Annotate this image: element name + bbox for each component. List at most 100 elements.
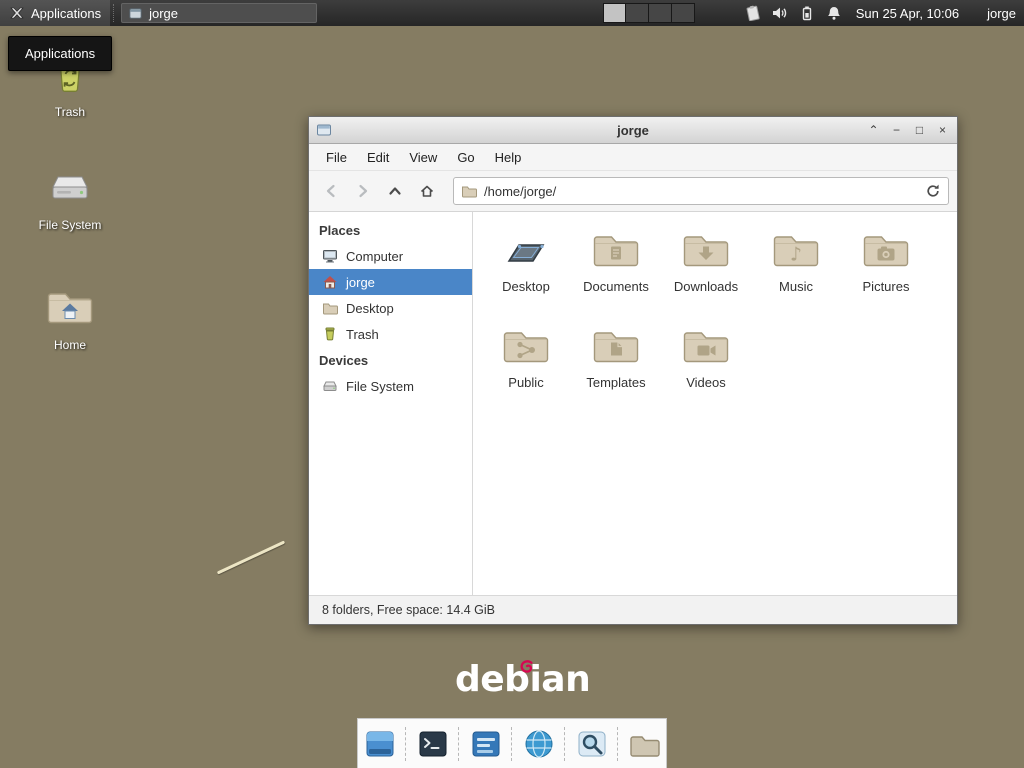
applications-menu-icon <box>9 5 25 21</box>
back-button[interactable] <box>317 177 345 205</box>
up-button[interactable] <box>381 177 409 205</box>
hard-drive-icon <box>46 163 94 211</box>
public-folder-icon <box>502 322 550 370</box>
forward-button[interactable] <box>349 177 377 205</box>
workspace-3[interactable] <box>649 4 672 22</box>
templates-folder-icon <box>592 322 640 370</box>
dock-app-finder-button[interactable] <box>570 723 613 765</box>
sidebar-item-label: Desktop <box>346 301 394 316</box>
shade-button[interactable]: ⌃ <box>866 122 881 138</box>
hard-drive-icon <box>322 378 338 394</box>
dock-terminal-button[interactable] <box>411 723 454 765</box>
clipboard-icon <box>744 5 762 21</box>
menu-edit[interactable]: Edit <box>357 146 399 169</box>
panel-user-label[interactable]: jorge <box>987 6 1016 21</box>
sidebar-item-label: jorge <box>346 275 375 290</box>
menu-help[interactable]: Help <box>485 146 532 169</box>
desktop-icon-label: Trash <box>55 105 85 119</box>
dock-separator <box>458 727 460 761</box>
debian-swirl-icon <box>520 660 534 674</box>
folder-icon <box>461 183 477 199</box>
file-label: Templates <box>586 375 645 390</box>
menubar: File Edit View Go Help <box>309 144 957 171</box>
terminal-icon <box>417 728 449 760</box>
workspace-pager[interactable] <box>603 3 695 23</box>
desktop-icon-file-system[interactable]: File System <box>24 163 116 232</box>
minimize-button[interactable]: − <box>889 122 904 138</box>
home-icon <box>322 274 338 290</box>
folder-icon <box>322 300 338 316</box>
applications-menu-button[interactable]: Applications <box>0 0 110 26</box>
sidebar-item-desktop[interactable]: Desktop <box>309 295 472 321</box>
computer-icon <box>322 248 338 264</box>
close-button[interactable]: × <box>935 122 950 138</box>
home-button[interactable] <box>413 177 441 205</box>
bell-icon <box>826 5 842 21</box>
clipboard-tray-button[interactable] <box>743 3 763 23</box>
devices-header: Devices <box>309 347 472 373</box>
file-label: Documents <box>583 279 649 294</box>
music-folder-icon: ♪ <box>772 226 820 274</box>
dock-desktop-window-button[interactable] <box>358 723 401 765</box>
dock-file-manager-button[interactable] <box>623 723 666 765</box>
dock-web-browser-button[interactable] <box>517 723 560 765</box>
trash-icon <box>322 326 338 342</box>
dock-separator <box>617 727 619 761</box>
sidebar-item-trash[interactable]: Trash <box>309 321 472 347</box>
file-templates[interactable]: Templates <box>571 322 661 418</box>
file-music[interactable]: ♪ Music <box>751 226 841 322</box>
notifications-tray-button[interactable] <box>824 3 844 23</box>
sidebar-item-label: Computer <box>346 249 403 264</box>
home-folder-icon <box>46 283 94 331</box>
dock-separator <box>511 727 513 761</box>
arrow-left-icon <box>323 183 339 199</box>
menu-file[interactable]: File <box>316 146 357 169</box>
path-entry[interactable]: /home/jorge/ <box>453 177 949 205</box>
statusbar-text: 8 folders, Free space: 14.4 GiB <box>322 603 495 617</box>
volume-tray-button[interactable] <box>770 3 790 23</box>
speaker-icon <box>771 5 789 21</box>
desktop-icon <box>502 226 550 274</box>
file-downloads[interactable]: Downloads <box>661 226 751 322</box>
battery-icon <box>800 5 814 21</box>
text-editor-icon <box>470 728 502 760</box>
file-label: Videos <box>686 375 726 390</box>
wallpaper-pencil <box>217 541 285 575</box>
workspace-1[interactable] <box>604 4 627 22</box>
file-public[interactable]: Public <box>481 322 571 418</box>
file-list: Desktop Documents Downloads <box>473 212 957 595</box>
applications-tooltip: Applications <box>8 36 112 71</box>
workspace-2[interactable] <box>626 4 649 22</box>
home-icon <box>419 183 435 199</box>
file-label: Pictures <box>863 279 910 294</box>
file-pictures[interactable]: Pictures <box>841 226 931 322</box>
desktop-icon-home[interactable]: Home <box>24 283 116 352</box>
window-content: Places Computer jorge <box>309 212 957 595</box>
panel-separator <box>113 4 115 22</box>
file-documents[interactable]: Documents <box>571 226 661 322</box>
menu-go[interactable]: Go <box>447 146 484 169</box>
globe-icon <box>523 728 555 760</box>
workspace-4[interactable] <box>672 4 694 22</box>
sidebar-item-jorge[interactable]: jorge <box>309 269 472 295</box>
window-title: jorge <box>309 123 957 138</box>
sidebar-item-file-system[interactable]: File System <box>309 373 472 399</box>
file-label: Music <box>779 279 813 294</box>
file-label: Public <box>508 375 543 390</box>
system-tray <box>743 3 844 23</box>
maximize-button[interactable]: □ <box>912 122 927 138</box>
reload-icon[interactable] <box>925 183 941 199</box>
file-label: Downloads <box>674 279 738 294</box>
clock[interactable]: Sun 25 Apr, 10:06 <box>856 6 959 21</box>
dock-separator <box>564 727 566 761</box>
blue-window-icon <box>364 728 396 760</box>
dock-text-editor-button[interactable] <box>464 723 507 765</box>
taskbar-window-label: jorge <box>149 6 178 21</box>
menu-view[interactable]: View <box>399 146 447 169</box>
titlebar[interactable]: jorge ⌃ − □ × <box>309 117 957 144</box>
battery-tray-button[interactable] <box>797 3 817 23</box>
taskbar-window-button[interactable]: jorge <box>121 3 317 23</box>
file-videos[interactable]: Videos <box>661 322 751 418</box>
sidebar-item-computer[interactable]: Computer <box>309 243 472 269</box>
file-desktop[interactable]: Desktop <box>481 226 571 322</box>
